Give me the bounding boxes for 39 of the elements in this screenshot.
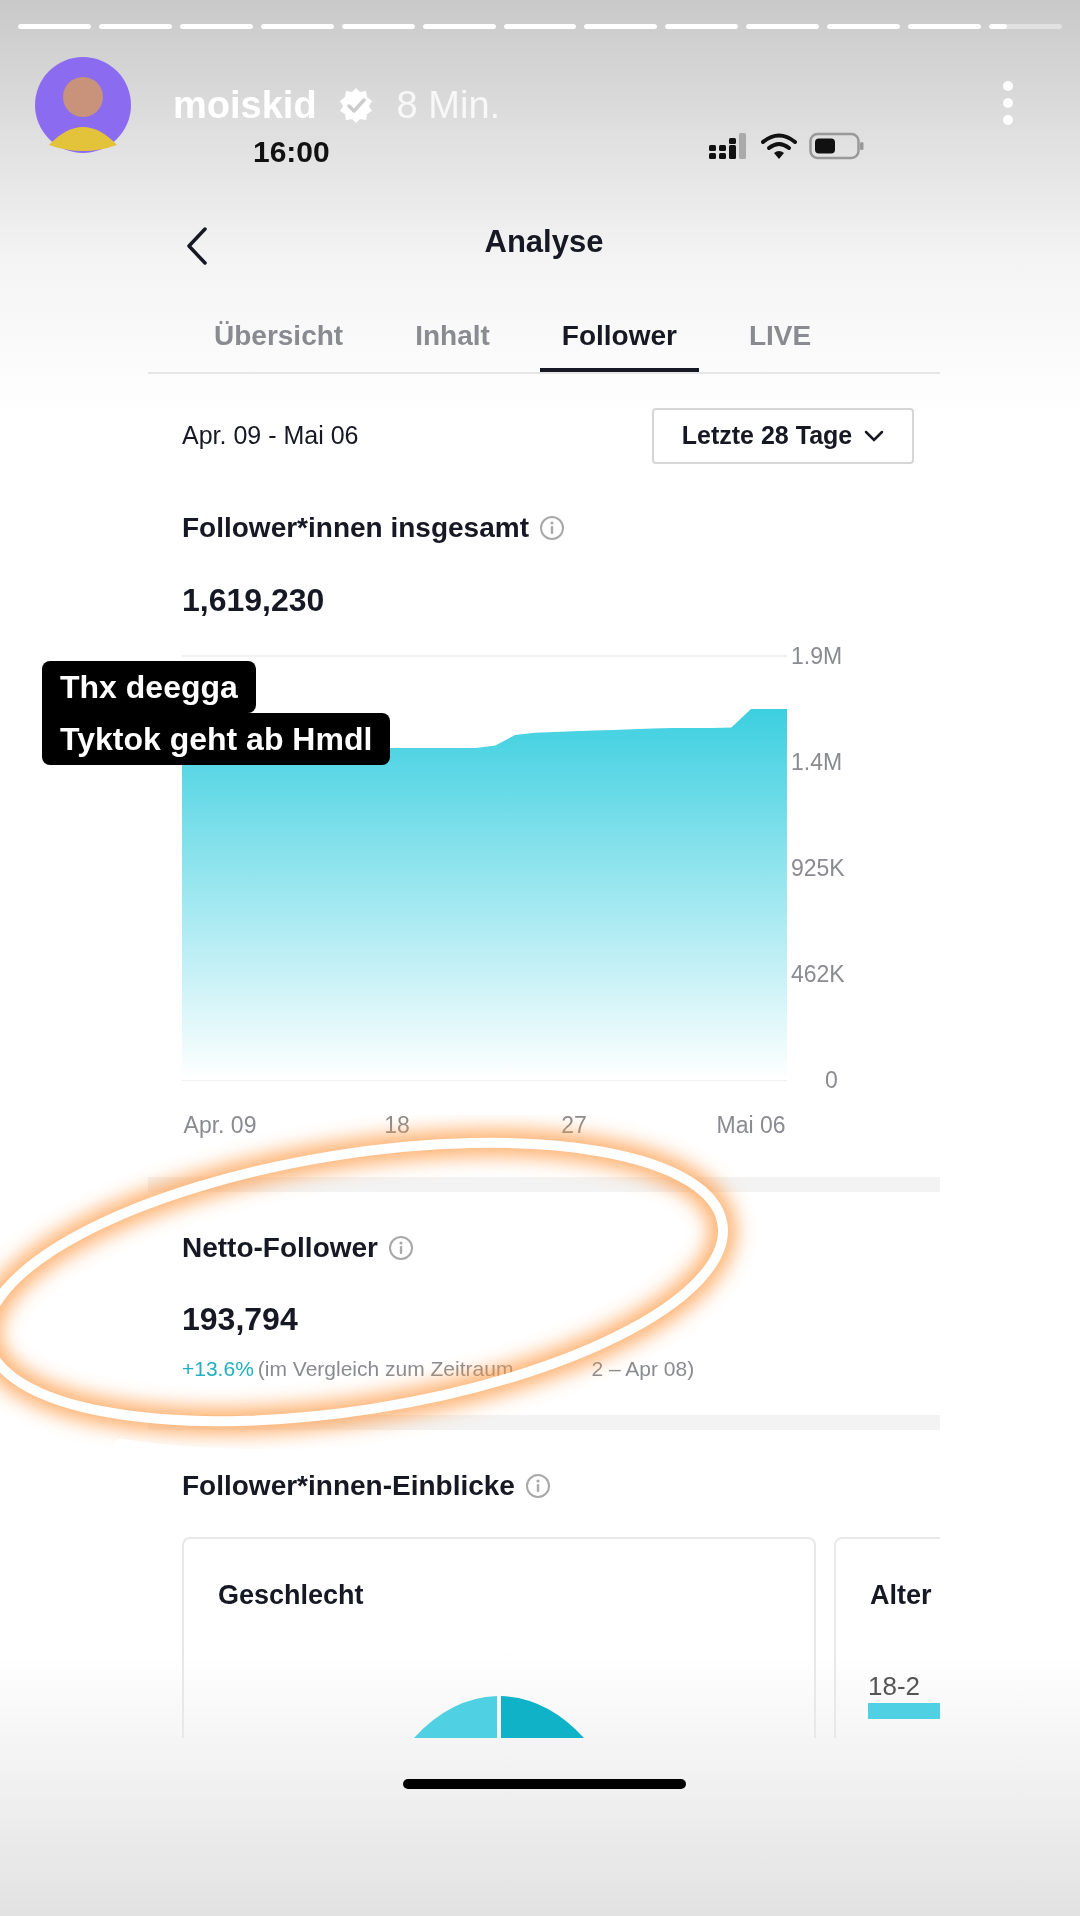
section-title: Follower*innen-Einblicke: [182, 1468, 515, 1503]
comparison-text: (im Vergleich zum Zeitraum: [257, 1356, 514, 1382]
axis-label: 462K: [791, 961, 845, 987]
info-icon[interactable]: [524, 1472, 551, 1499]
date-range: Apr. 09 - Mai 06: [182, 420, 359, 452]
period-dropdown[interactable]: Letzte 28 Tage: [652, 408, 914, 464]
status-time: 16:00: [253, 134, 330, 170]
tab[interactable]: Übersicht: [192, 304, 366, 372]
axis-label: 18: [384, 1112, 410, 1138]
more-icon[interactable]: [1001, 80, 1015, 126]
metric-value: 1,619,230: [182, 581, 326, 620]
axis-label: 27: [561, 1112, 587, 1138]
sticker-text: Thx deegga: [42, 661, 256, 713]
card-title: Alter: [870, 1578, 932, 1612]
section-title: Follower*innen insgesamt: [182, 511, 529, 545]
axis-label: Mai 06: [716, 1112, 786, 1138]
tab[interactable]: LIVE: [726, 304, 834, 372]
battery-icon: [809, 132, 865, 160]
card-title: Geschlecht: [218, 1578, 364, 1612]
back-icon[interactable]: [185, 226, 209, 266]
tab[interactable]: Follower: [539, 304, 699, 372]
axis-label: 1.9M: [791, 643, 843, 669]
change-percent: +13.6%: [182, 1356, 254, 1382]
axis-label: 1.4M: [791, 749, 843, 775]
metric-value: 193,794: [182, 1300, 299, 1339]
axis-label: 925K: [791, 855, 845, 881]
signal-icon: [709, 133, 749, 159]
info-icon[interactable]: [388, 1235, 414, 1261]
sticker-text: Tyktok geht ab Hmdl: [42, 713, 391, 765]
section-title: Netto-Follower: [182, 1231, 378, 1265]
age-label: 18-2: [868, 1669, 921, 1703]
tab[interactable]: Inhalt: [393, 304, 512, 372]
page-title: Analyse: [484, 222, 604, 261]
axis-label: 0: [825, 1067, 838, 1093]
wifi-icon: [761, 133, 797, 159]
axis-label: Apr. 09: [183, 1112, 257, 1138]
info-icon[interactable]: [538, 515, 565, 541]
comparison-text: 2 – Apr 08): [591, 1356, 695, 1382]
chevron-down-icon: [864, 430, 885, 442]
